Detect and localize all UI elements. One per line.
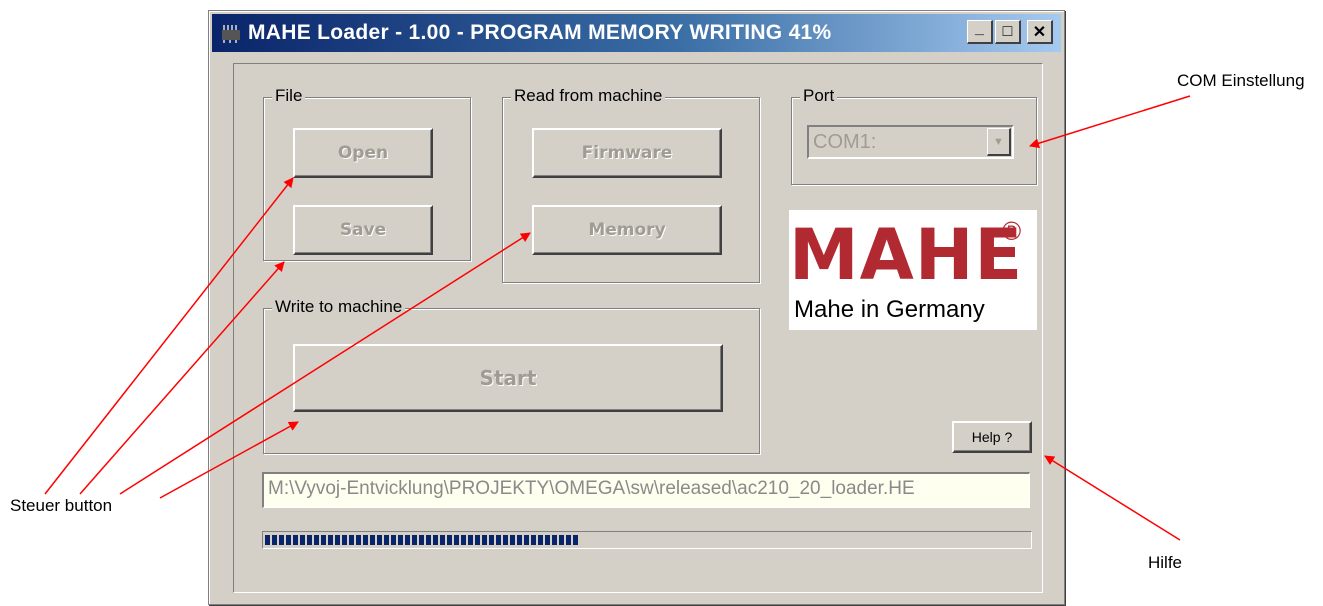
- progress-fill: [265, 535, 578, 545]
- read-group-label: Read from machine: [511, 86, 666, 106]
- save-button[interactable]: Save: [293, 205, 433, 255]
- maximize-button[interactable]: □: [995, 20, 1021, 44]
- maximize-icon: □: [1002, 22, 1013, 40]
- close-icon: ✕: [1032, 23, 1047, 41]
- window-controls: _ □ ✕: [967, 20, 1053, 44]
- file-group-label: File: [272, 86, 306, 106]
- open-button[interactable]: Open: [293, 128, 433, 178]
- file-path-field[interactable]: M:\Vyvoj-Entvicklung\PROJEKTY\OMEGA\sw\r…: [262, 472, 1030, 508]
- registered-mark: ®: [1002, 216, 1022, 246]
- minimize-button[interactable]: _: [967, 20, 993, 44]
- minimize-icon: _: [975, 19, 984, 37]
- firmware-button[interactable]: Firmware: [532, 128, 722, 178]
- com-port-select[interactable]: COM1: ▼: [807, 125, 1014, 159]
- title-bar[interactable]: MAHE Loader - 1.00 - PROGRAM MEMORY WRIT…: [212, 14, 1061, 52]
- annotation-com-einstellung: COM Einstellung: [1177, 71, 1305, 90]
- progress-bar: [262, 531, 1032, 549]
- dropdown-arrow-icon[interactable]: ▼: [987, 128, 1011, 156]
- app-icon: [222, 25, 240, 43]
- window-title: MAHE Loader - 1.00 - PROGRAM MEMORY WRIT…: [248, 21, 832, 44]
- arrow-help: [1044, 455, 1181, 541]
- annotation-hilfe: Hilfe: [1148, 553, 1183, 572]
- read-from-machine-group: Read from machine: [502, 86, 760, 283]
- port-group-label: Port: [800, 86, 838, 106]
- help-button[interactable]: Help ?: [952, 421, 1032, 453]
- logo-tagline: Mahe in Germany: [794, 296, 985, 323]
- logo-brand: MAHE: [789, 214, 1024, 296]
- close-button[interactable]: ✕: [1027, 20, 1053, 44]
- mahe-logo: MAHE ® Mahe in Germany: [789, 210, 1037, 330]
- com-port-value: COM1:: [813, 131, 877, 153]
- annotation-steuer-button: Steuer button: [10, 496, 113, 515]
- write-group-label: Write to machine: [272, 297, 406, 317]
- start-button[interactable]: Start: [293, 344, 723, 412]
- memory-button[interactable]: Memory: [532, 205, 722, 255]
